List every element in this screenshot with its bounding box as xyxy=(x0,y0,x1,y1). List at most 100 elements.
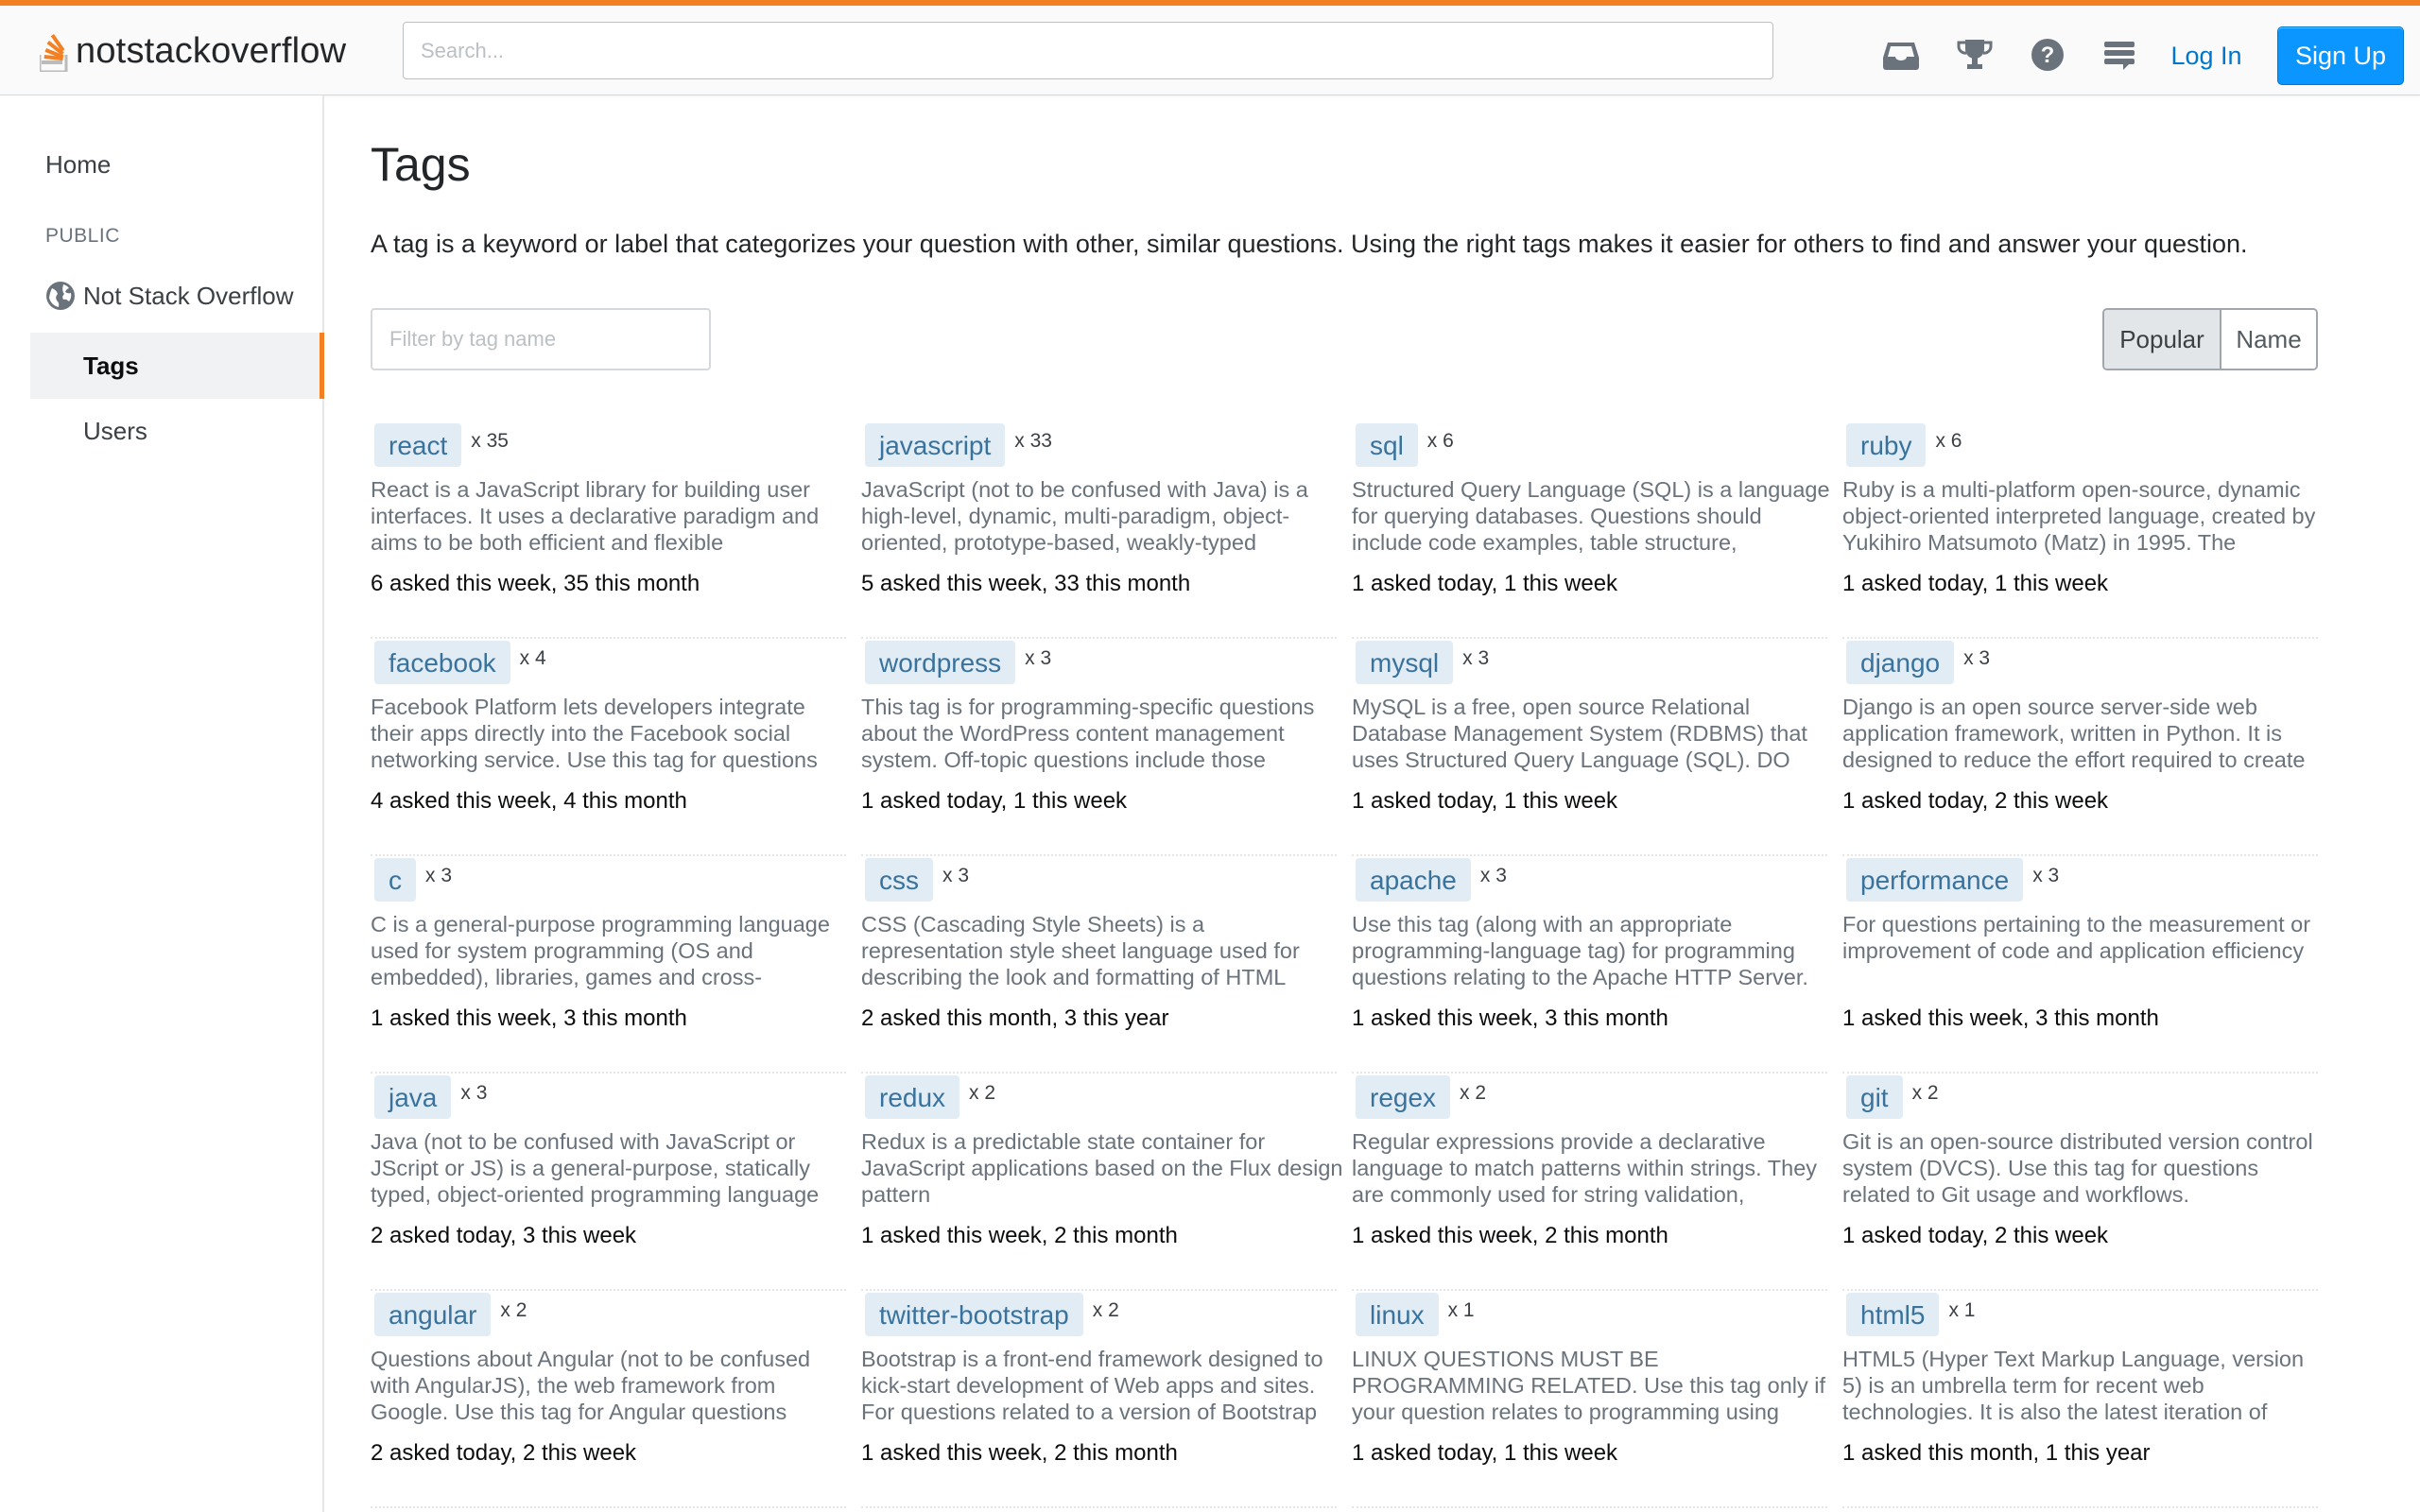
tag-card: html5 x 1 HTML5 (Hyper Text Markup Langu… xyxy=(1842,1291,2318,1508)
tag-stats: 1 asked this week, 2 this month xyxy=(861,1440,1178,1466)
sort-toggle: Popular Name xyxy=(2102,308,2318,370)
tag-link[interactable]: linux xyxy=(1356,1292,1439,1337)
nav-section-label: PUBLIC xyxy=(45,225,120,247)
tag-excerpt: Bootstrap is a front-end framework desig… xyxy=(861,1347,1323,1424)
tag-header: git x 2 xyxy=(1842,1074,1939,1121)
tag-header: java x 3 xyxy=(371,1074,487,1121)
help-icon[interactable]: ? xyxy=(2027,34,2068,76)
left-sidebar: Home PUBLIC Not Stack Overflow Tags User… xyxy=(0,95,324,1512)
sort-name-button[interactable]: Name xyxy=(2221,310,2316,369)
tag-excerpt: Django is an open source server-side web… xyxy=(1842,695,2306,772)
tag-stats: 1 asked this month, 1 this year xyxy=(1842,1440,2151,1466)
tag-link[interactable]: sql xyxy=(1356,422,1418,468)
tag-count: x 1 xyxy=(1447,1299,1475,1321)
tag-header: c x 3 xyxy=(371,856,452,903)
tag-count: x 3 xyxy=(942,865,970,886)
tag-link[interactable]: redux xyxy=(865,1074,960,1120)
tag-link[interactable]: wordpress xyxy=(865,640,1016,685)
tag-card: linux x 1 LINUX QUESTIONS MUST BE PROGRA… xyxy=(1352,1291,1827,1508)
tag-card: wordpress x 3 This tag is for programmin… xyxy=(861,639,1337,856)
tag-count: x 4 xyxy=(519,647,546,669)
tag-excerpt: Questions about Angular (not to be confu… xyxy=(371,1347,811,1424)
tag-grid: react x 35 React is a JavaScript library… xyxy=(371,421,2318,1508)
tag-excerpt: Structured Query Language (SQL) is a lan… xyxy=(1352,477,1830,555)
tag-stats: 1 asked this week, 2 this month xyxy=(861,1223,1178,1248)
tag-header: regex x 2 xyxy=(1352,1074,1486,1121)
search-input[interactable] xyxy=(403,22,1773,79)
tag-filter-input[interactable] xyxy=(371,308,711,370)
nav-home[interactable]: Home xyxy=(45,150,111,180)
tag-excerpt: Git is an open-source distributed versio… xyxy=(1842,1129,2313,1207)
page-title: Tags xyxy=(371,138,471,191)
site-logo[interactable]: notstackoverflow xyxy=(40,23,346,79)
tag-count: x 2 xyxy=(500,1299,527,1321)
trophy-icon[interactable] xyxy=(1954,34,1996,76)
tag-excerpt: This tag is for programming-specific que… xyxy=(861,695,1315,772)
tag-excerpt: Ruby is a multi-platform open-source, dy… xyxy=(1842,477,2316,555)
logo-text: notstackoverflow xyxy=(76,30,347,71)
tag-count: x 3 xyxy=(425,865,453,886)
tag-header: django x 3 xyxy=(1842,639,1990,686)
tag-excerpt: Facebook Platform lets developers integr… xyxy=(371,695,818,772)
tag-card: twitter-bootstrap x 2 Bootstrap is a fro… xyxy=(861,1291,1337,1508)
tag-link[interactable]: twitter-bootstrap xyxy=(865,1292,1083,1337)
tag-link[interactable]: java xyxy=(374,1074,452,1120)
tag-count: x 3 xyxy=(1479,865,1507,886)
tag-header: mysql x 3 xyxy=(1352,639,1489,686)
tag-excerpt: MySQL is a free, open source Relational … xyxy=(1352,695,1807,772)
tag-stats: 2 asked today, 3 this week xyxy=(371,1223,637,1248)
top-bar: notstackoverflow ? Log In Sign Up xyxy=(0,0,2420,95)
tag-link[interactable]: angular xyxy=(374,1292,492,1337)
tag-link[interactable]: c xyxy=(374,857,416,902)
tag-count: x 2 xyxy=(1911,1082,1939,1104)
tag-card: sql x 6 Structured Query Language (SQL) … xyxy=(1352,421,1830,639)
signup-button[interactable]: Sign Up xyxy=(2277,26,2404,85)
tag-count: x 6 xyxy=(1935,430,1962,452)
tag-header: angular x 2 xyxy=(371,1291,527,1338)
tag-header: css x 3 xyxy=(861,856,969,903)
tag-stats: 2 asked this month, 3 this year xyxy=(861,1005,1169,1031)
tag-excerpt: CSS (Cascading Style Sheets) is a repres… xyxy=(861,912,1300,989)
tag-count: x 3 xyxy=(1462,647,1490,669)
tag-link[interactable]: mysql xyxy=(1356,640,1454,685)
inbox-icon[interactable] xyxy=(1880,34,1922,76)
tag-count: x 1 xyxy=(1948,1299,1976,1321)
tag-link[interactable]: ruby xyxy=(1846,422,1927,468)
globe-icon xyxy=(46,282,75,310)
tag-link[interactable]: apache xyxy=(1356,857,1471,902)
tag-header: linux x 1 xyxy=(1352,1291,1475,1338)
nav-site-home[interactable]: Not Stack Overflow xyxy=(45,281,294,311)
tag-link[interactable]: css xyxy=(865,857,933,902)
login-button[interactable]: Log In xyxy=(2153,26,2259,85)
tag-stats: 1 asked this week, 3 this month xyxy=(371,1005,687,1031)
tag-excerpt: Use this tag (along with an appropriate … xyxy=(1352,912,1808,989)
tag-header: ruby x 6 xyxy=(1842,421,1962,469)
tag-card: mysql x 3 MySQL is a free, open source R… xyxy=(1352,639,1827,856)
tag-card: facebook x 4 Facebook Platform lets deve… xyxy=(371,639,846,856)
tag-excerpt: JavaScript (not to be confused with Java… xyxy=(861,477,1308,555)
tag-link[interactable]: facebook xyxy=(374,640,510,685)
tag-link[interactable]: regex xyxy=(1356,1074,1451,1120)
tag-link[interactable]: html5 xyxy=(1846,1292,1940,1337)
tag-card: redux x 2 Redux is a predictable state c… xyxy=(861,1074,1342,1291)
stack-logo-icon xyxy=(40,34,68,72)
tag-link[interactable]: django xyxy=(1846,640,1955,685)
tag-count: x 2 xyxy=(1460,1082,1487,1104)
tag-count: x 35 xyxy=(471,430,509,452)
tag-header: apache x 3 xyxy=(1352,856,1507,903)
tag-stats: 5 asked this week, 33 this month xyxy=(861,571,1191,596)
tag-stats: 1 asked this week, 3 this month xyxy=(1352,1005,1668,1031)
tag-link[interactable]: performance xyxy=(1846,857,2024,902)
sort-popular-button[interactable]: Popular xyxy=(2104,310,2221,369)
tag-count: x 3 xyxy=(1025,647,1052,669)
tag-link[interactable]: git xyxy=(1846,1074,1903,1120)
tag-excerpt: Java (not to be confused with JavaScript… xyxy=(371,1129,820,1207)
nav-users[interactable]: Users xyxy=(83,417,147,446)
site-switcher-icon[interactable] xyxy=(2099,34,2140,76)
nav-tags[interactable]: Tags xyxy=(30,333,324,399)
tag-excerpt: HTML5 (Hyper Text Markup Language, versi… xyxy=(1842,1347,2305,1424)
tag-card: regex x 2 Regular expressions provide a … xyxy=(1352,1074,1827,1291)
tag-link[interactable]: react xyxy=(374,422,462,468)
tag-link[interactable]: javascript xyxy=(865,422,1006,468)
tag-stats: 1 asked today, 1 this week xyxy=(1842,571,2109,596)
